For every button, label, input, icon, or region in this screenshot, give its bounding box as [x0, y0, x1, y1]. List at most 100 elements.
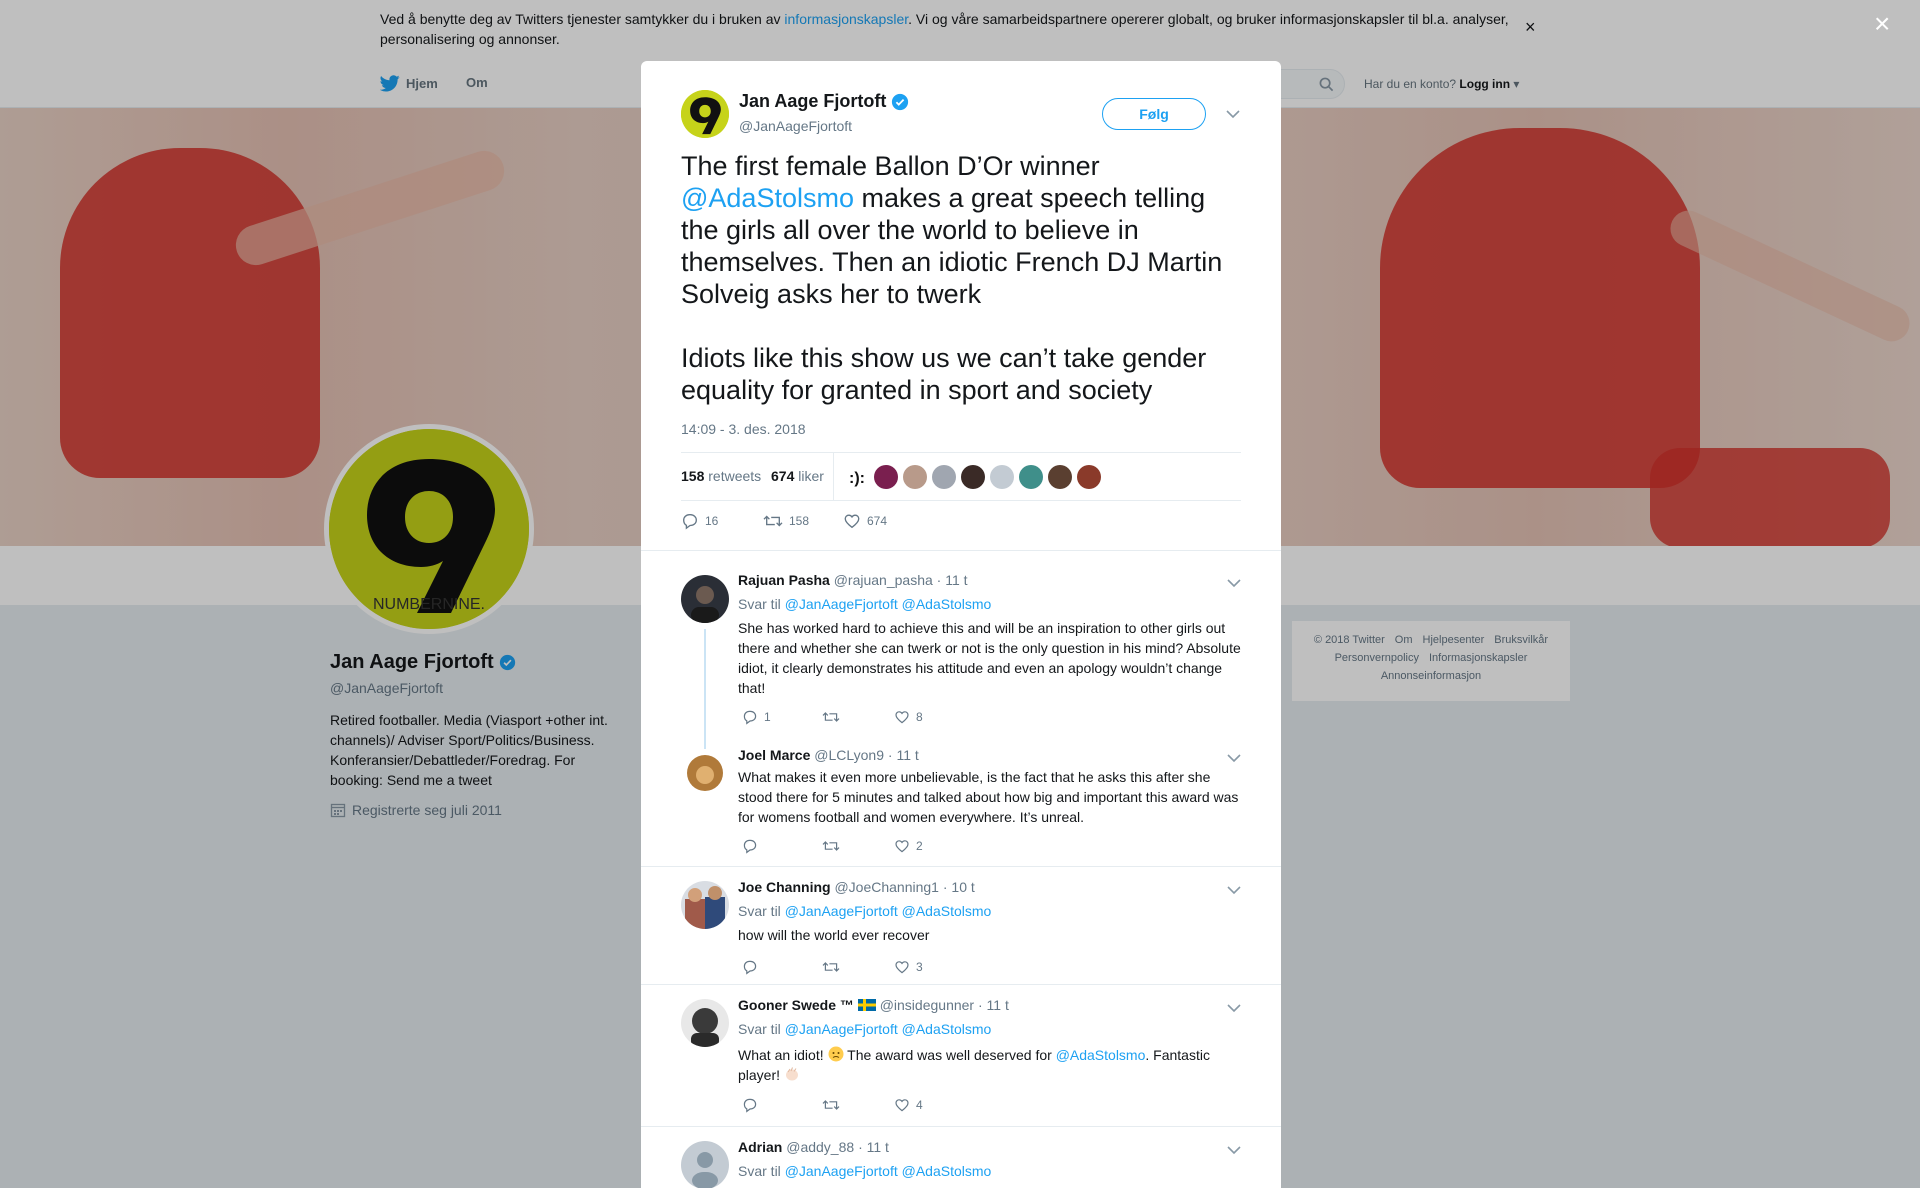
reply-actions: 4	[742, 1097, 923, 1113]
retweet-icon	[763, 515, 783, 527]
divider	[833, 453, 834, 500]
reply-header: Joel Marce @LCLyon9 · 11 t	[738, 747, 919, 763]
likes-stat[interactable]: 674 liker	[771, 468, 824, 484]
chevron-down-icon[interactable]	[1224, 882, 1244, 898]
reply-to: Svar til @JanAageFjortoft @AdaStolsmo	[738, 1163, 992, 1179]
avatar[interactable]	[681, 881, 729, 929]
liker-avatar[interactable]	[903, 465, 927, 489]
mention-link[interactable]: @AdaStolsmo	[681, 183, 854, 213]
reply-item: Gooner Swede ™ @insidegunner · 11 t Svar…	[641, 984, 1281, 1126]
chevron-down-icon[interactable]	[1224, 575, 1244, 591]
retweet-icon	[822, 1100, 840, 1110]
reply-time[interactable]: · 11 t	[888, 747, 919, 763]
retweet-action[interactable]	[822, 838, 894, 854]
like-action[interactable]: 3	[894, 959, 923, 975]
chevron-down-icon[interactable]	[1223, 106, 1243, 122]
reply-time[interactable]: · 11 t	[937, 572, 968, 588]
reply-action[interactable]: 16	[681, 512, 763, 530]
like-action[interactable]: 2	[894, 838, 923, 854]
retweets-stat[interactable]: 158 retweets	[681, 468, 761, 484]
heart-icon	[844, 514, 860, 529]
reply-time[interactable]: · 11 t	[858, 1139, 889, 1155]
retweet-action[interactable]	[822, 709, 894, 725]
reply-avatar-image	[681, 575, 729, 623]
verified-badge-icon	[892, 93, 909, 110]
reply-icon	[743, 1098, 757, 1113]
mention-link[interactable]: @JanAageFjortoft	[785, 1021, 898, 1037]
mention-link[interactable]: @AdaStolsmo	[1056, 1047, 1146, 1063]
liker-avatar[interactable]	[990, 465, 1014, 489]
reply-action[interactable]	[742, 959, 822, 975]
like-action[interactable]: 8	[894, 709, 923, 725]
avatar[interactable]	[681, 1141, 729, 1188]
reply-author-handle[interactable]: @insidegunner	[880, 997, 974, 1013]
reply-author-handle[interactable]: @rajuan_pasha	[834, 572, 933, 588]
liker-avatar[interactable]	[1019, 465, 1043, 489]
reply-time[interactable]: · 10 t	[943, 879, 975, 895]
avatar[interactable]	[681, 749, 729, 797]
reply-actions: 1 8	[742, 709, 923, 725]
author-name[interactable]: Jan Aage Fjortoft	[739, 91, 909, 112]
mention-link[interactable]: @AdaStolsmo	[902, 1021, 992, 1037]
reply-header: Joe Channing @JoeChanning1 · 10 t	[738, 879, 975, 895]
retweet-icon	[822, 841, 840, 851]
reply-header: Gooner Swede ™ @insidegunner · 11 t	[738, 997, 1009, 1013]
heart-icon	[895, 1099, 909, 1112]
mention-link[interactable]: @AdaStolsmo	[902, 596, 992, 612]
mention-link[interactable]: @JanAageFjortoft	[785, 596, 898, 612]
reply-time[interactable]: · 11 t	[978, 997, 1009, 1013]
mention-link[interactable]: @AdaStolsmo	[902, 903, 992, 919]
swedish-flag-icon	[857, 999, 876, 1011]
thread-line	[704, 629, 706, 749]
like-action[interactable]: 4	[894, 1097, 923, 1113]
svg-text::):: :):	[849, 470, 865, 487]
reply-author-handle[interactable]: @JoeChanning1	[834, 879, 939, 895]
reply-action[interactable]: 1	[742, 709, 822, 725]
tweet-stats: 158 retweets 674 liker :):	[681, 452, 1241, 501]
reply-avatar-image	[681, 749, 729, 797]
like-action[interactable]: 674	[843, 512, 887, 530]
retweet-icon	[822, 962, 840, 972]
reply-thread: Rajuan Pasha @rajuan_pasha · 11 t Svar t…	[641, 550, 1281, 866]
close-icon[interactable]: ×	[1874, 10, 1890, 38]
reply-author-handle[interactable]: @addy_88	[786, 1139, 854, 1155]
reply-avatar-image	[681, 881, 729, 929]
reply-author-name[interactable]: Joel Marce	[738, 747, 810, 763]
avatar[interactable]	[681, 999, 729, 1047]
author-handle[interactable]: @JanAageFjortoft	[739, 118, 852, 134]
liker-avatar[interactable]	[932, 465, 956, 489]
reply-author-handle[interactable]: @LCLyon9	[814, 747, 884, 763]
follow-button[interactable]: Følg	[1102, 98, 1206, 130]
avatar[interactable]	[681, 575, 729, 623]
reply-author-name[interactable]: Gooner Swede ™	[738, 997, 854, 1013]
mention-link[interactable]: @AdaStolsmo	[902, 1163, 992, 1179]
mention-link[interactable]: @JanAageFjortoft	[785, 1163, 898, 1179]
liker-avatar-logo[interactable]: :):	[845, 465, 869, 489]
reply-icon	[743, 960, 757, 975]
liker-avatar[interactable]	[961, 465, 985, 489]
chevron-down-icon[interactable]	[1224, 1142, 1244, 1158]
retweet-action[interactable]: 158	[763, 512, 843, 530]
reply-author-name[interactable]: Rajuan Pasha	[738, 572, 830, 588]
liker-avatar[interactable]	[1077, 465, 1101, 489]
reply-to: Svar til @JanAageFjortoft @AdaStolsmo	[738, 903, 992, 919]
heart-icon	[895, 840, 909, 853]
reply-text: how will the world ever recover	[738, 927, 930, 943]
liker-avatar[interactable]	[874, 465, 898, 489]
chevron-down-icon[interactable]	[1224, 750, 1244, 766]
tweet-text: The first female Ballon D’Or winner @Ada…	[681, 151, 1223, 405]
reply-author-name[interactable]: Adrian	[738, 1139, 782, 1155]
heart-icon	[895, 961, 909, 974]
chevron-down-icon[interactable]	[1224, 1000, 1244, 1016]
tweet-timestamp[interactable]: 14:09 - 3. des. 2018	[681, 421, 806, 437]
reply-actions: 3	[742, 959, 923, 975]
mention-link[interactable]: @JanAageFjortoft	[785, 903, 898, 919]
reply-author-name[interactable]: Joe Channing	[738, 879, 831, 895]
reply-action[interactable]	[742, 1097, 822, 1113]
retweet-action[interactable]	[822, 959, 894, 975]
retweet-action[interactable]	[822, 1097, 894, 1113]
liker-avatar[interactable]	[1048, 465, 1072, 489]
reply-action[interactable]	[742, 838, 822, 854]
number-nine-logo-icon	[681, 90, 729, 138]
avatar[interactable]	[681, 90, 729, 138]
